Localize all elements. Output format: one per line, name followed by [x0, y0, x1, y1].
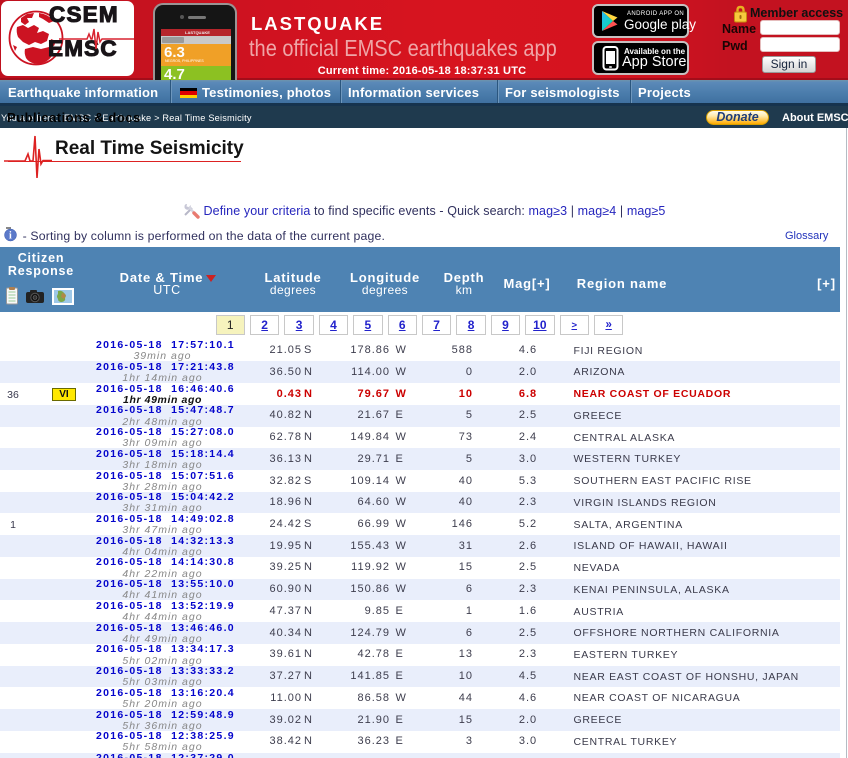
svg-text:i: i — [9, 231, 12, 242]
